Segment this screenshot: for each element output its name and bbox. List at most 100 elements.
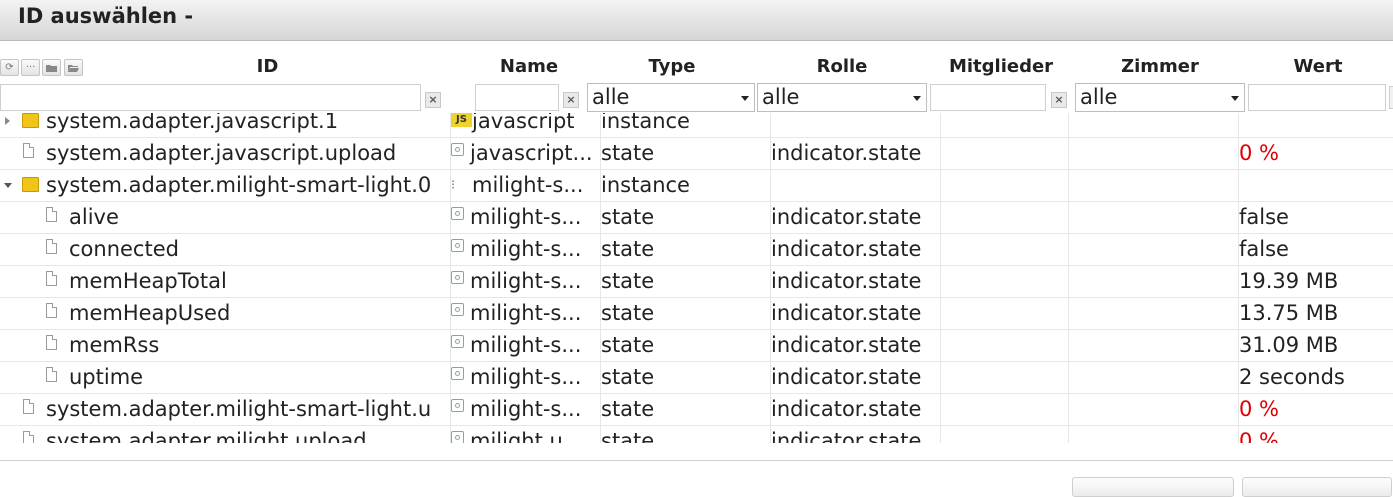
table-row[interactable]: system.adapter.milight.upload milight.u.… [0, 426, 1393, 443]
row-id: connected [69, 237, 179, 261]
row-name: milight-s... [470, 333, 582, 357]
row-type: state [601, 205, 655, 229]
row-role: indicator.state [771, 141, 922, 165]
refresh-icon[interactable]: ⟳ [0, 59, 19, 76]
row-value: 31.09 MB [1239, 333, 1339, 357]
file-icon [46, 367, 57, 382]
dialog-title: ID auswählen - [18, 4, 194, 28]
role-filter-selected: alle [762, 85, 800, 109]
members-filter-clear-button[interactable]: × [1051, 92, 1067, 108]
state-icon [451, 303, 464, 316]
column-header-members[interactable]: Mitglieder [930, 56, 1072, 77]
object-tree-table[interactable]: system.adapter.javascript.1 JS javascript… [0, 113, 1393, 443]
name-filter-clear-button[interactable]: × [563, 92, 579, 108]
file-icon [46, 303, 57, 318]
row-type: state [601, 429, 655, 443]
row-type: instance [601, 173, 690, 197]
file-icon [46, 335, 57, 350]
row-value: false [1239, 205, 1289, 229]
row-type: instance [601, 113, 690, 133]
value-filter-input[interactable] [1248, 84, 1386, 111]
row-role [771, 113, 939, 137]
row-role: indicator.state [771, 365, 922, 389]
row-name: milight-s... [470, 301, 582, 325]
row-value: 2 seconds [1239, 365, 1345, 389]
state-icon [451, 399, 464, 412]
name-filter-input[interactable] [475, 84, 559, 111]
table-row[interactable]: alive milight-s... state indicator.state… [0, 202, 1393, 234]
footer-button[interactable] [1242, 477, 1392, 497]
chevron-down-icon [1231, 96, 1239, 101]
table-row[interactable]: memRss milight-s... state indicator.stat… [0, 330, 1393, 362]
table-row[interactable]: memHeapUsed milight-s... state indicator… [0, 298, 1393, 330]
row-id: memHeapUsed [69, 301, 231, 325]
expand-arrow-icon[interactable] [5, 117, 10, 125]
folder-closed-icon[interactable] [42, 59, 61, 76]
row-value: 0 % [1239, 429, 1279, 443]
dots-icon[interactable]: ··· [21, 59, 40, 76]
id-filter-input[interactable] [0, 84, 421, 111]
row-role: indicator.state [771, 397, 922, 421]
row-id: uptime [69, 365, 144, 389]
row-id: system.adapter.milight-smart-light.u [46, 397, 432, 421]
row-name: milight-s... [470, 365, 582, 389]
table-row[interactable]: system.adapter.milight-smart-light.0 ⁝ mi… [0, 170, 1393, 202]
column-header-name[interactable]: Name [470, 56, 588, 77]
room-filter-selected: alle [1080, 85, 1118, 109]
row-id: system.adapter.javascript.1 [46, 113, 339, 133]
row-role [771, 170, 939, 201]
folder-icon [22, 113, 39, 128]
column-header-type[interactable]: Type [588, 56, 756, 77]
dialog-footer-divider [0, 460, 1393, 461]
id-filter-clear-button[interactable]: × [425, 92, 441, 108]
row-name: milight.u... [470, 429, 583, 443]
column-header-role[interactable]: Rolle [758, 56, 926, 77]
row-value: 0 % [1239, 397, 1279, 421]
state-icon [451, 431, 464, 443]
table-row[interactable]: uptime milight-s... state indicator.stat… [0, 362, 1393, 394]
column-header-id[interactable]: ID [90, 56, 445, 77]
state-icon [451, 335, 464, 348]
file-icon [46, 271, 57, 286]
state-icon [451, 207, 464, 220]
role-filter-select[interactable]: alle [757, 83, 927, 112]
row-value: 19.39 MB [1239, 269, 1339, 293]
table-row[interactable]: system.adapter.milight-smart-light.u mil… [0, 394, 1393, 426]
table-row[interactable]: system.adapter.javascript.1 JS javascript… [0, 113, 1393, 138]
file-icon [23, 399, 34, 414]
row-name: milight-s... [470, 397, 582, 421]
table-row[interactable]: system.adapter.javascript.upload javascr… [0, 138, 1393, 170]
row-id: memRss [69, 333, 160, 357]
dialog-titlebar: ID auswählen - [0, 0, 1393, 41]
room-filter-select[interactable]: alle [1075, 83, 1245, 112]
table-row[interactable]: connected milight-s... state indicator.s… [0, 234, 1393, 266]
footer-button[interactable] [1072, 477, 1234, 497]
state-icon [451, 143, 464, 156]
file-icon [23, 431, 34, 443]
chevron-down-icon [741, 96, 749, 101]
row-role: indicator.state [771, 301, 922, 325]
type-filter-select[interactable]: alle [587, 83, 755, 112]
row-type: state [601, 237, 655, 261]
row-name: milight-s... [470, 205, 582, 229]
column-header-room[interactable]: Zimmer [1076, 56, 1244, 77]
type-filter-selected: alle [592, 85, 630, 109]
row-type: state [601, 141, 655, 165]
row-name: milight-s... [472, 173, 584, 197]
row-value: 0 % [1239, 141, 1279, 165]
row-id: system.adapter.milight.upload [46, 429, 367, 443]
state-icon [451, 367, 464, 380]
table-row[interactable]: memHeapTotal milight-s... state indicato… [0, 266, 1393, 298]
collapse-arrow-icon[interactable] [4, 183, 12, 188]
members-filter-input[interactable] [930, 84, 1046, 111]
row-type: state [601, 397, 655, 421]
folder-open-icon[interactable] [64, 59, 83, 76]
adapter-icon: ⁝ [451, 178, 456, 193]
folder-open-icon [22, 177, 39, 192]
state-icon [451, 271, 464, 284]
row-type: state [601, 269, 655, 293]
column-header-value[interactable]: Wert [1248, 56, 1388, 77]
extra-filter-input[interactable] [1389, 86, 1393, 109]
chevron-down-icon [913, 96, 921, 101]
row-role: indicator.state [771, 237, 922, 261]
